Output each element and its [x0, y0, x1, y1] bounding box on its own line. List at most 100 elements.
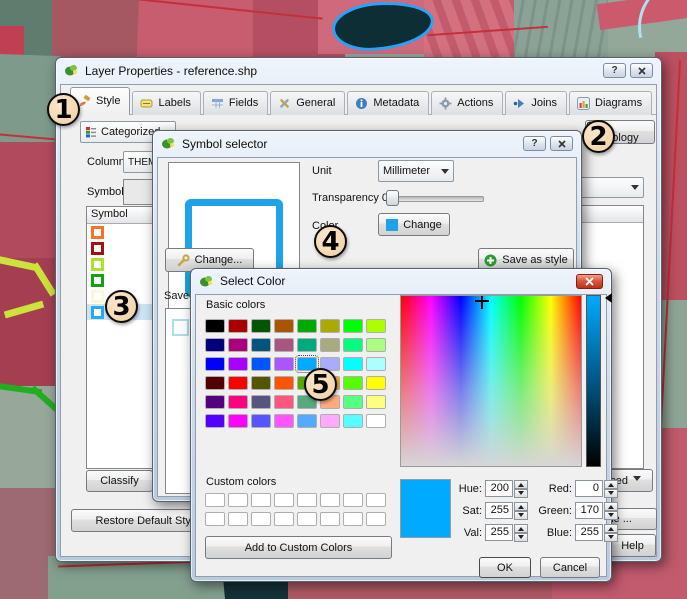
basic-color-swatch[interactable] [320, 338, 340, 352]
basic-color-swatch[interactable] [205, 319, 225, 333]
tab-general[interactable]: General [270, 91, 346, 115]
basic-color-swatch[interactable] [251, 414, 271, 428]
basic-color-swatch[interactable] [343, 376, 363, 390]
basic-color-swatch[interactable] [366, 338, 386, 352]
basic-color-swatch[interactable] [366, 395, 386, 409]
basic-color-swatch[interactable] [205, 338, 225, 352]
custom-color-swatch[interactable] [320, 493, 340, 507]
close-titlebar-button[interactable] [576, 273, 603, 289]
basic-color-swatch[interactable] [228, 357, 248, 371]
basic-color-swatch[interactable] [274, 338, 294, 352]
basic-color-swatch[interactable] [297, 414, 317, 428]
custom-color-swatch[interactable] [343, 493, 363, 507]
custom-color-swatch[interactable] [228, 493, 248, 507]
basic-color-swatch[interactable] [366, 357, 386, 371]
basic-color-swatch[interactable] [343, 414, 363, 428]
basic-color-swatch[interactable] [320, 319, 340, 333]
close-titlebar-button[interactable] [630, 63, 653, 78]
basic-color-swatch[interactable] [343, 338, 363, 352]
help-titlebar-button[interactable]: ? [603, 63, 626, 78]
basic-color-swatch[interactable] [274, 414, 294, 428]
val-input[interactable]: 255 [485, 524, 513, 541]
symbol-selector-titlebar[interactable]: Symbol selector ? [153, 131, 581, 156]
classify-button[interactable]: Classify [86, 470, 153, 492]
basic-color-swatch[interactable] [205, 357, 225, 371]
basic-color-swatch[interactable] [274, 357, 294, 371]
tab-fields[interactable]: Fields [202, 91, 269, 115]
basic-color-swatch[interactable] [228, 395, 248, 409]
red-input[interactable]: 0 [575, 480, 603, 497]
basic-color-swatch[interactable] [343, 357, 363, 371]
basic-color-swatch[interactable] [251, 376, 271, 390]
chevron-down-icon [631, 185, 639, 194]
help-titlebar-button[interactable]: ? [523, 136, 546, 151]
custom-color-swatch[interactable] [366, 512, 386, 526]
tab-joins[interactable]: Joins [505, 91, 568, 115]
tab-diagrams[interactable]: Diagrams [569, 91, 653, 115]
custom-color-swatch[interactable] [297, 493, 317, 507]
value-slider-arrow[interactable] [600, 293, 612, 303]
cancel-button[interactable]: Cancel [540, 557, 600, 578]
hue-input[interactable]: 200 [485, 480, 513, 497]
basic-color-swatch[interactable] [251, 319, 271, 333]
custom-color-swatch[interactable] [251, 512, 271, 526]
basic-color-swatch[interactable] [251, 395, 271, 409]
window-title: Layer Properties - reference.shp [85, 63, 258, 78]
hue-stepper[interactable] [514, 480, 528, 498]
basic-color-swatch[interactable] [366, 414, 386, 428]
custom-color-swatch[interactable] [228, 512, 248, 526]
custom-color-swatch[interactable] [343, 512, 363, 526]
val-stepper[interactable] [514, 524, 528, 542]
basic-color-swatch[interactable] [205, 376, 225, 390]
custom-color-swatch[interactable] [205, 493, 225, 507]
transparency-slider-handle[interactable] [386, 190, 399, 206]
hue-saturation-picker[interactable] [400, 295, 582, 467]
basic-color-swatch[interactable] [274, 319, 294, 333]
custom-color-swatch[interactable] [274, 512, 294, 526]
custom-color-swatch[interactable] [320, 512, 340, 526]
basic-color-swatch[interactable] [251, 357, 271, 371]
basic-color-swatch[interactable] [251, 338, 271, 352]
basic-color-swatch[interactable] [228, 319, 248, 333]
custom-color-swatch[interactable] [251, 493, 271, 507]
unit-combo[interactable]: Millimeter [378, 160, 454, 182]
basic-color-swatch[interactable] [228, 414, 248, 428]
basic-color-swatch[interactable] [228, 376, 248, 390]
tab-labels[interactable]: Labels [132, 91, 201, 115]
sat-input[interactable]: 255 [485, 502, 513, 519]
color-change-button[interactable]: Change [378, 213, 450, 236]
tab-actions[interactable]: Actions [431, 91, 504, 115]
custom-color-swatch[interactable] [205, 512, 225, 526]
basic-color-swatch[interactable] [297, 319, 317, 333]
saved-style-item[interactable] [172, 319, 189, 336]
basic-color-swatch[interactable] [205, 414, 225, 428]
transparency-slider[interactable] [390, 196, 484, 202]
select-color-titlebar[interactable]: Select Color [191, 269, 611, 293]
custom-color-swatch[interactable] [297, 512, 317, 526]
blue-stepper[interactable] [604, 524, 618, 542]
ok-button[interactable]: OK [479, 557, 531, 578]
custom-color-swatch[interactable] [366, 493, 386, 507]
custom-color-swatch[interactable] [274, 493, 294, 507]
basic-color-swatch[interactable] [228, 338, 248, 352]
symbol-swatch [91, 273, 104, 287]
basic-color-swatch[interactable] [205, 395, 225, 409]
sat-stepper[interactable] [514, 502, 528, 520]
basic-color-swatch[interactable] [320, 414, 340, 428]
green-input[interactable]: 170 [575, 502, 603, 519]
value-slider[interactable] [586, 295, 601, 467]
basic-color-swatch[interactable] [274, 376, 294, 390]
green-stepper[interactable] [604, 502, 618, 520]
basic-color-swatch[interactable] [297, 338, 317, 352]
layer-properties-titlebar[interactable]: Layer Properties - reference.shp ? [56, 58, 661, 83]
red-stepper[interactable] [604, 480, 618, 498]
basic-color-swatch[interactable] [343, 319, 363, 333]
close-titlebar-button[interactable] [550, 136, 573, 151]
add-to-custom-colors-button[interactable]: Add to Custom Colors [205, 536, 392, 559]
blue-input[interactable]: 255 [575, 524, 603, 541]
basic-color-swatch[interactable] [366, 319, 386, 333]
basic-color-swatch[interactable] [343, 395, 363, 409]
basic-color-swatch[interactable] [274, 395, 294, 409]
basic-color-swatch[interactable] [366, 376, 386, 390]
tab-metadata[interactable]: Metadata [347, 91, 430, 115]
